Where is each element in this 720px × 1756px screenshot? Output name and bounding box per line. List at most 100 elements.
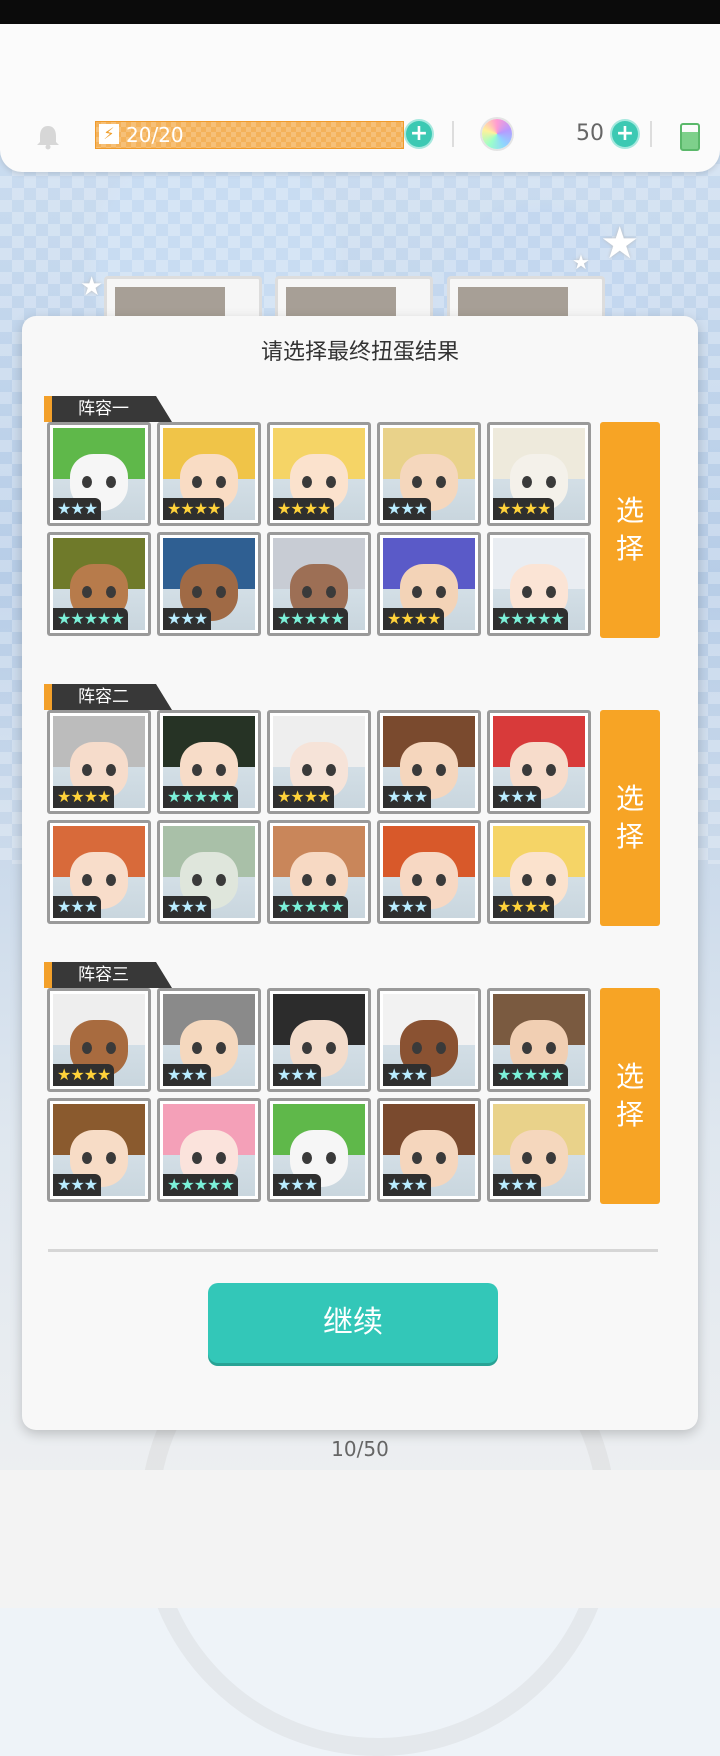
select-button-label: 选 (615, 782, 644, 815)
character-portrait: ★★★★ (53, 716, 145, 808)
character-card[interactable]: ★★★★★ (487, 988, 591, 1092)
character-portrait: ★★★★★ (53, 538, 145, 630)
character-portrait: ★★★ (493, 1104, 585, 1196)
character-portrait: ★★★★ (163, 428, 255, 520)
energy-value: 20/20 (126, 123, 184, 147)
energy-bar: ⚡ 20/20 (95, 121, 404, 149)
character-card[interactable]: ★★★ (47, 1098, 151, 1202)
character-portrait: ★★★ (163, 826, 255, 918)
character-portrait: ★★★ (493, 716, 585, 808)
character-card[interactable]: ★★★★★ (157, 710, 261, 814)
select-button-label: 择 (615, 1098, 644, 1131)
star-decoration: ★ (80, 272, 104, 302)
character-card[interactable]: ★★★★★ (487, 532, 591, 636)
select-team-button-2[interactable]: 选择 (600, 710, 660, 926)
gacha-result-dialog: 请选择最终扭蛋结果 继续 阵容一 ★★★ ★★★★ ★★★★ ★★★ ★★★★ ★★★★★ ★… (22, 316, 698, 1430)
star-rating: ★★★★ (53, 786, 115, 808)
character-card[interactable]: ★★★ (377, 988, 481, 1092)
select-team-button-3[interactable]: 选择 (600, 988, 660, 1204)
gem-count: 50 (576, 121, 604, 146)
star-rating: ★★★★★ (493, 608, 568, 630)
character-card[interactable]: ★★★ (487, 710, 591, 814)
lightning-icon: ⚡ (99, 124, 119, 144)
continue-button[interactable]: 继续 (208, 1283, 498, 1363)
character-card[interactable]: ★★★★ (157, 422, 261, 526)
gem-icon (482, 119, 512, 149)
star-decoration: ★ (572, 250, 590, 274)
star-rating: ★★★ (163, 608, 212, 630)
character-portrait: ★★★★★ (163, 716, 255, 808)
resource-bar: ⚡ 20/20 + 50 + (0, 24, 720, 172)
character-portrait: ★★★★ (493, 428, 585, 520)
star-rating: ★★★ (53, 1174, 102, 1196)
star-rating: ★★★ (53, 498, 102, 520)
character-card[interactable]: ★★★★ (267, 422, 371, 526)
star-rating: ★★★★★ (273, 608, 348, 630)
star-rating: ★★★ (53, 896, 102, 918)
star-rating: ★★★★★ (53, 608, 128, 630)
character-card[interactable]: ★★★ (267, 988, 371, 1092)
character-portrait: ★★★ (53, 1104, 145, 1196)
character-portrait: ★★★ (53, 826, 145, 918)
star-rating: ★★★ (493, 1174, 542, 1196)
select-button-label: 择 (615, 532, 644, 565)
character-card[interactable]: ★★★ (157, 820, 261, 924)
character-card[interactable]: ★★★ (267, 1098, 371, 1202)
team-name: 阵容三 (78, 965, 129, 985)
select-button-label: 选 (615, 1060, 644, 1093)
star-rating: ★★★ (163, 896, 212, 918)
character-card[interactable]: ★★★ (157, 532, 261, 636)
character-card[interactable]: ★★★★ (487, 820, 591, 924)
star-rating: ★★★ (383, 786, 432, 808)
character-card[interactable]: ★★★ (377, 1098, 481, 1202)
character-card[interactable]: ★★★★ (267, 710, 371, 814)
star-rating: ★★★ (383, 896, 432, 918)
team-name: 阵容一 (78, 399, 129, 419)
select-button-label: 择 (615, 820, 644, 853)
character-portrait: ★★★ (383, 716, 475, 808)
bell-icon[interactable] (34, 124, 62, 150)
character-portrait: ★★★ (53, 428, 145, 520)
character-portrait: ★★★★ (53, 994, 145, 1086)
character-card[interactable]: ★★★★ (487, 422, 591, 526)
character-card[interactable]: ★★★ (47, 820, 151, 924)
star-rating: ★★★ (383, 1174, 432, 1196)
star-rating: ★★★★ (273, 498, 335, 520)
star-rating: ★★★★ (493, 896, 555, 918)
character-card[interactable]: ★★★★★ (267, 532, 371, 636)
character-portrait: ★★★★★ (493, 538, 585, 630)
dialog-title: 请选择最终扭蛋结果 (260, 340, 459, 365)
character-card[interactable]: ★★★★ (47, 988, 151, 1092)
character-card[interactable]: ★★★★★ (47, 532, 151, 636)
star-rating: ★★★ (163, 1064, 212, 1086)
character-card[interactable]: ★★★★★ (267, 820, 371, 924)
gacha-progress: 10/50 (331, 1437, 389, 1461)
character-card[interactable]: ★★★ (377, 820, 481, 924)
battery-icon (680, 123, 700, 151)
background-floor (0, 1470, 720, 1608)
star-rating: ★★★★ (53, 1064, 115, 1086)
character-card[interactable]: ★★★ (377, 710, 481, 814)
star-rating: ★★★ (383, 498, 432, 520)
character-card[interactable]: ★★★ (47, 422, 151, 526)
add-gems-button[interactable]: + (612, 121, 638, 147)
character-portrait: ★★★ (383, 1104, 475, 1196)
character-portrait: ★★★★ (273, 716, 365, 808)
star-rating: ★★★ (273, 1174, 322, 1196)
character-card[interactable]: ★★★ (377, 422, 481, 526)
character-card[interactable]: ★★★ (487, 1098, 591, 1202)
character-card[interactable]: ★★★★★ (157, 1098, 261, 1202)
system-status-strip (0, 0, 720, 24)
add-energy-button[interactable]: + (406, 121, 432, 147)
character-portrait: ★★★★ (383, 538, 475, 630)
star-decoration: ★ (600, 218, 640, 269)
character-portrait: ★★★★★ (163, 1104, 255, 1196)
character-portrait: ★★★ (383, 826, 475, 918)
character-card[interactable]: ★★★ (157, 988, 261, 1092)
star-rating: ★★★ (273, 1064, 322, 1086)
character-card[interactable]: ★★★★ (47, 710, 151, 814)
star-rating: ★★★★ (163, 498, 225, 520)
character-card[interactable]: ★★★★ (377, 532, 481, 636)
select-team-button-1[interactable]: 选择 (600, 422, 660, 638)
team-tag-1: 阵容一 (44, 396, 172, 422)
